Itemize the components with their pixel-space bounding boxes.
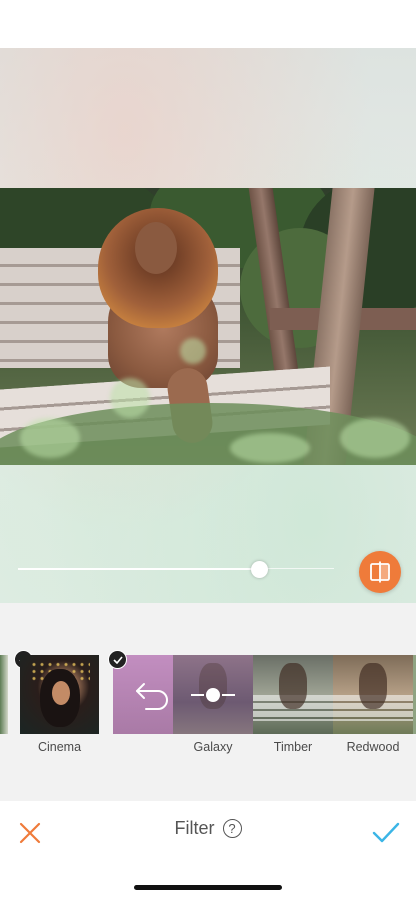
help-circle-icon[interactable]: ?: [222, 818, 242, 838]
filter-label-timber: Timber: [273, 740, 313, 754]
filter-thumbnail-timber[interactable]: [253, 655, 333, 734]
bottom-toolbar: Filter?: [0, 801, 416, 900]
top-blank-area: [0, 0, 416, 48]
undo-arrow-icon: [135, 682, 168, 710]
checkmark-icon: [372, 822, 400, 843]
filter-label-cinema: Cinema: [37, 740, 82, 754]
intensity-slider-track-filled[interactable]: [18, 568, 260, 570]
editor-canvas: [0, 48, 416, 603]
intensity-slider-track[interactable]: [260, 568, 334, 569]
photo-preview: [0, 188, 416, 465]
filter-label-galaxy: Galaxy: [193, 740, 233, 754]
compare-button[interactable]: [359, 551, 401, 593]
toolbar-title-group: Filter?: [0, 817, 416, 839]
filter-thumbnail-galaxy[interactable]: [173, 655, 253, 734]
filter-thumbnail-cinema[interactable]: [20, 655, 99, 734]
selected-check-badge: [108, 650, 127, 669]
home-indicator: [134, 885, 282, 890]
confirm-button[interactable]: [372, 821, 400, 845]
page-title: Filter: [174, 817, 215, 838]
slider-adjust-icon[interactable]: [191, 687, 235, 702]
filter-strip[interactable]: Cinema Galaxy Timber Redwood: [0, 603, 416, 801]
filter-thumbnail-redwood[interactable]: [333, 655, 413, 734]
filter-thumbnail-partial[interactable]: [0, 655, 8, 734]
compare-split-icon: [370, 561, 390, 583]
filter-label-redwood: Redwood: [346, 740, 400, 754]
intensity-slider-thumb[interactable]: [251, 561, 268, 578]
